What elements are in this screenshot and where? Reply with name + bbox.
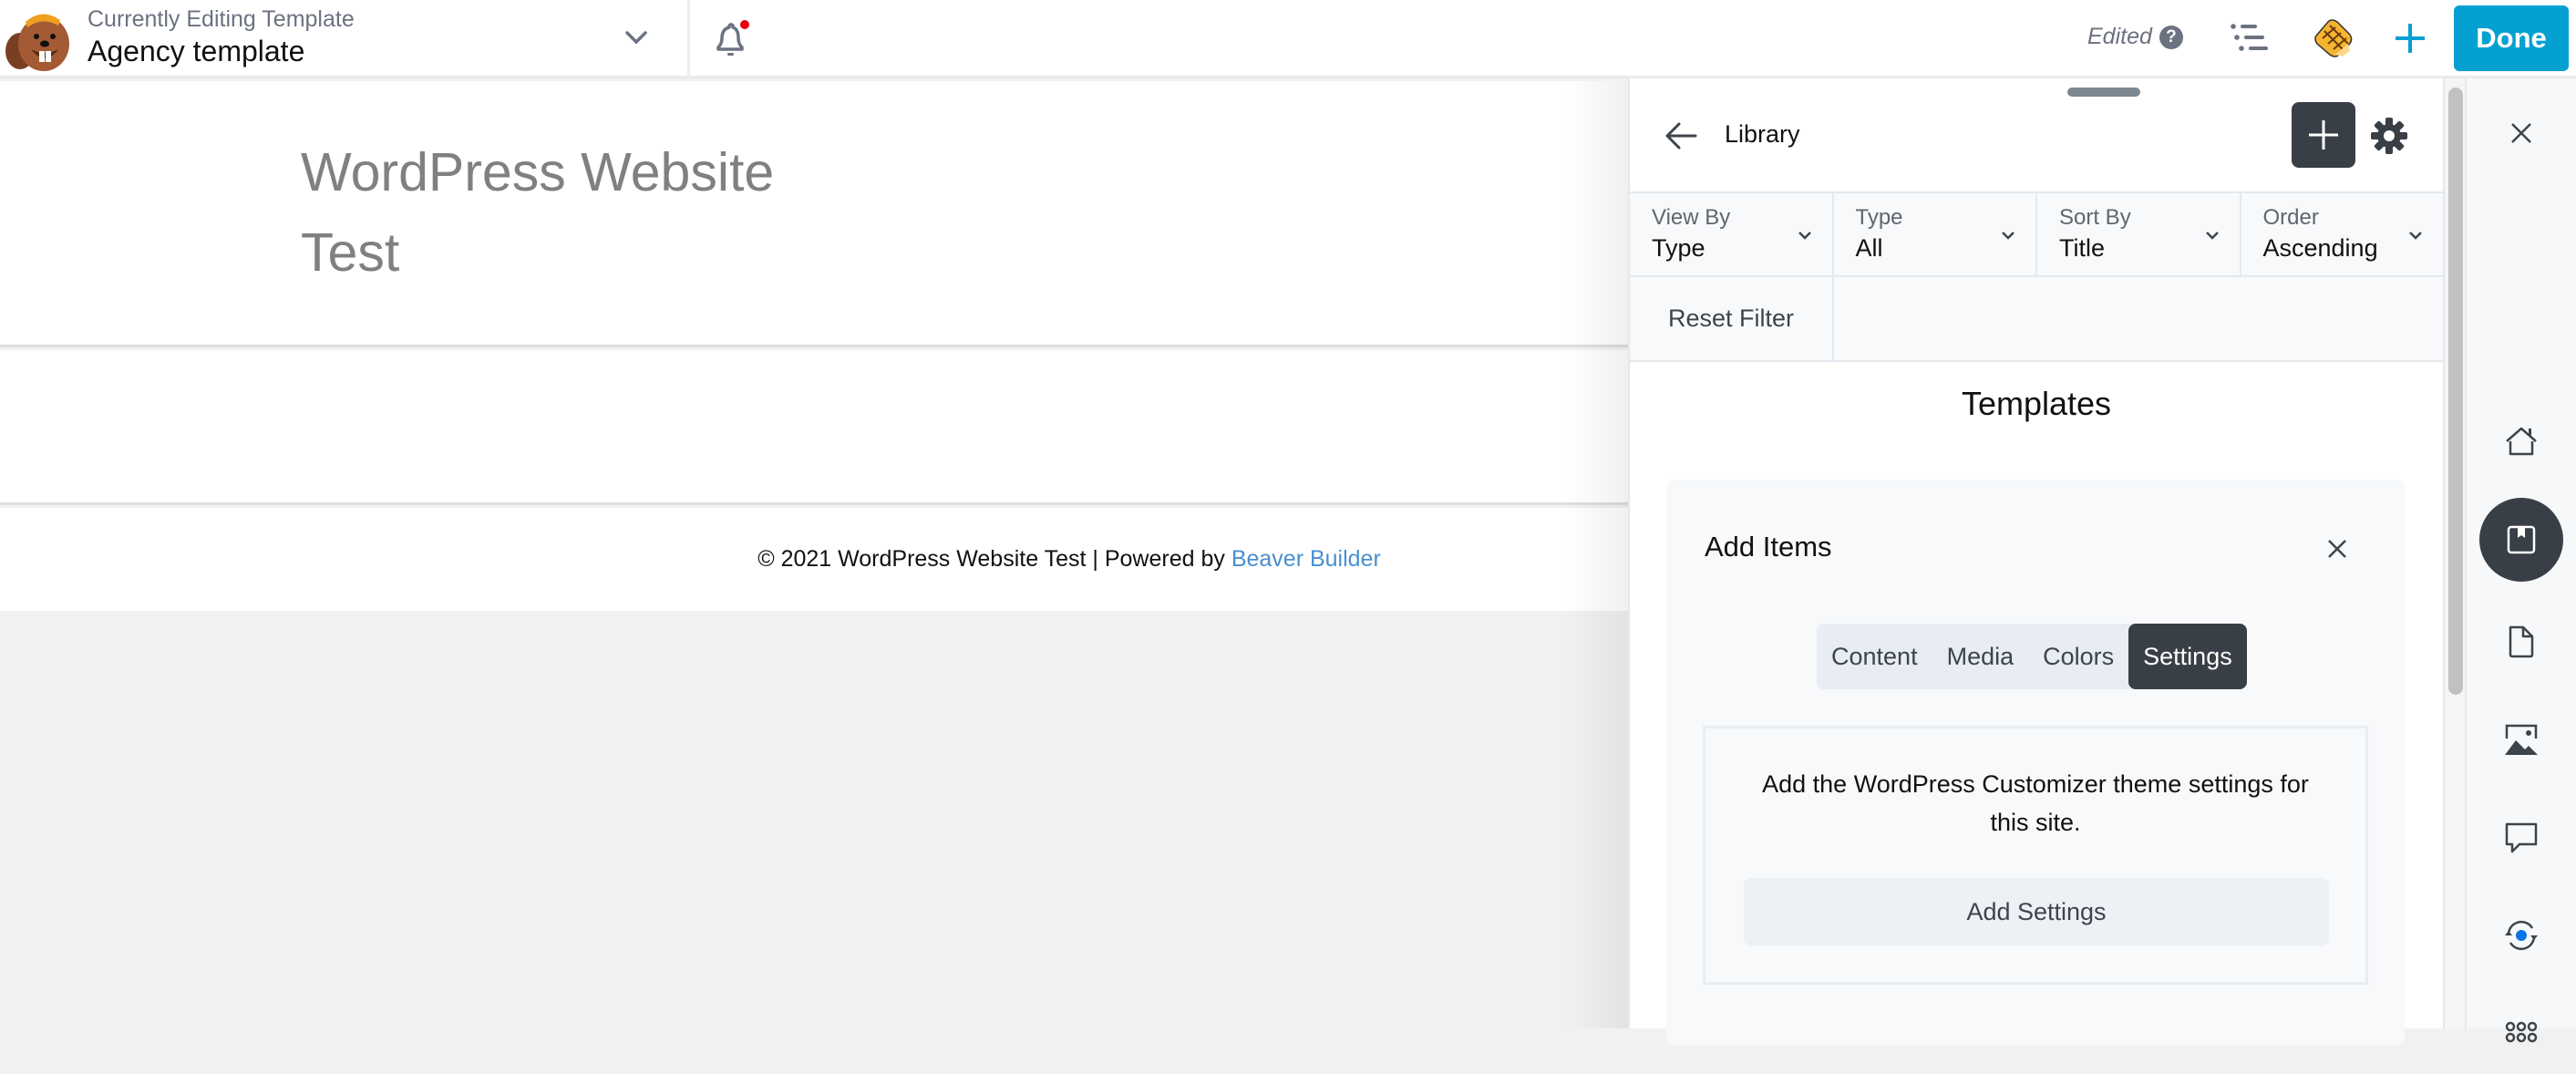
tab-media[interactable]: Media xyxy=(1932,624,2029,689)
tab-colors[interactable]: Colors xyxy=(2028,624,2128,689)
reset-row: Reset Filter xyxy=(1630,277,2443,362)
rail-home-button[interactable] xyxy=(2479,399,2563,483)
plus-icon xyxy=(2309,120,2338,150)
rail-comments-button[interactable] xyxy=(2479,795,2563,879)
settings-description: Add the WordPress Customizer theme setti… xyxy=(1762,770,2309,836)
editing-subtitle: Currently Editing Template xyxy=(88,6,355,32)
media-icon xyxy=(2505,724,2538,755)
site-title[interactable]: WordPress Website Test xyxy=(301,132,848,293)
panel-header: Library xyxy=(1630,78,2443,191)
notification-dot xyxy=(740,20,749,29)
page-icon xyxy=(2509,625,2534,658)
chevron-down-icon xyxy=(2205,232,2219,240)
templates-heading: Templates xyxy=(1961,385,2112,422)
canvas-shade xyxy=(1564,81,1628,1028)
chevron-down-icon xyxy=(1798,232,1811,240)
right-rail xyxy=(2467,78,2576,1043)
add-items-card: Add Items Content Media Colors Settings … xyxy=(1666,480,2405,1045)
chevron-down-icon xyxy=(2002,232,2014,240)
top-bar: Currently Editing Template Agency templa… xyxy=(0,0,2576,78)
filter-sort-by[interactable]: Sort By Title xyxy=(2037,193,2241,275)
add-content-button[interactable] xyxy=(2392,20,2428,57)
filter-type[interactable]: Type All xyxy=(1834,193,2037,275)
site-header: WordPress Website Test xyxy=(0,81,1628,347)
template-title: Agency template xyxy=(88,35,305,67)
page-canvas: WordPress Website Test © 2021 WordPress … xyxy=(0,81,1628,1028)
help-icon[interactable]: ? xyxy=(2159,25,2183,49)
reset-filter-button[interactable]: Reset Filter xyxy=(1630,277,1834,360)
chevron-down-icon xyxy=(2409,232,2422,240)
add-items-title: Add Items xyxy=(1705,531,1832,563)
filter-order[interactable]: Order Ascending xyxy=(2241,193,2444,275)
topbar-divider xyxy=(687,0,690,78)
rail-library-button[interactable] xyxy=(2479,498,2563,582)
rail-close-button[interactable] xyxy=(2479,91,2563,175)
library-icon xyxy=(2507,525,2536,554)
add-template-button[interactable] xyxy=(2292,102,2355,168)
beaver-builder-link[interactable]: Beaver Builder xyxy=(1231,546,1381,572)
tab-settings[interactable]: Settings xyxy=(2128,624,2247,689)
rail-revisions-button[interactable] xyxy=(2479,893,2563,977)
footer-copyright: © 2021 WordPress Website Test | Powered … xyxy=(757,546,1231,572)
panel-title: Library xyxy=(1725,120,1800,148)
home-icon xyxy=(2506,427,2537,456)
chevron-down-icon[interactable] xyxy=(620,24,653,51)
edited-status: Edited ? xyxy=(2087,24,2183,50)
close-icon[interactable] xyxy=(2323,534,2352,563)
site-footer: © 2021 WordPress Website Test | Powered … xyxy=(0,508,1628,611)
edited-label: Edited xyxy=(2087,24,2152,49)
pencil-icon[interactable] xyxy=(2312,18,2354,58)
comment-icon xyxy=(2505,822,2538,853)
plus-icon xyxy=(2396,24,2425,53)
library-panel: Library View By Type Type All Sort By Ti… xyxy=(1628,78,2443,1045)
settings-info-box: Add the WordPress Customizer theme setti… xyxy=(1703,726,2368,985)
rail-page-button[interactable] xyxy=(2479,600,2563,684)
revisions-icon xyxy=(2505,920,2538,951)
scrollbar-thumb[interactable] xyxy=(2448,88,2463,695)
arrow-left-icon[interactable] xyxy=(1663,119,1699,153)
rail-apps-button[interactable] xyxy=(2479,990,2563,1074)
tab-content[interactable]: Content xyxy=(1817,624,1932,689)
apps-icon xyxy=(2505,1021,2538,1043)
add-settings-button[interactable]: Add Settings xyxy=(1744,878,2329,945)
outline-icon[interactable] xyxy=(2230,22,2270,53)
done-button[interactable]: Done xyxy=(2454,5,2569,71)
footer-text: © 2021 WordPress Website Test | Powered … xyxy=(757,546,1381,573)
site-content xyxy=(0,350,1628,505)
filter-bar: View By Type Type All Sort By Title Orde… xyxy=(1630,191,2443,277)
template-title-group[interactable]: Currently Editing Template Agency templa… xyxy=(88,5,355,69)
add-items-tabs: Content Media Colors Settings xyxy=(1817,624,2247,689)
gear-icon[interactable] xyxy=(2370,117,2408,155)
filter-view-by[interactable]: View By Type xyxy=(1630,193,1834,275)
panel-scrollbar[interactable] xyxy=(2443,78,2467,1028)
bell-icon[interactable] xyxy=(711,18,751,60)
close-icon xyxy=(2511,123,2531,143)
beaver-logo-icon[interactable] xyxy=(2,4,75,75)
rail-media-button[interactable] xyxy=(2479,698,2563,782)
